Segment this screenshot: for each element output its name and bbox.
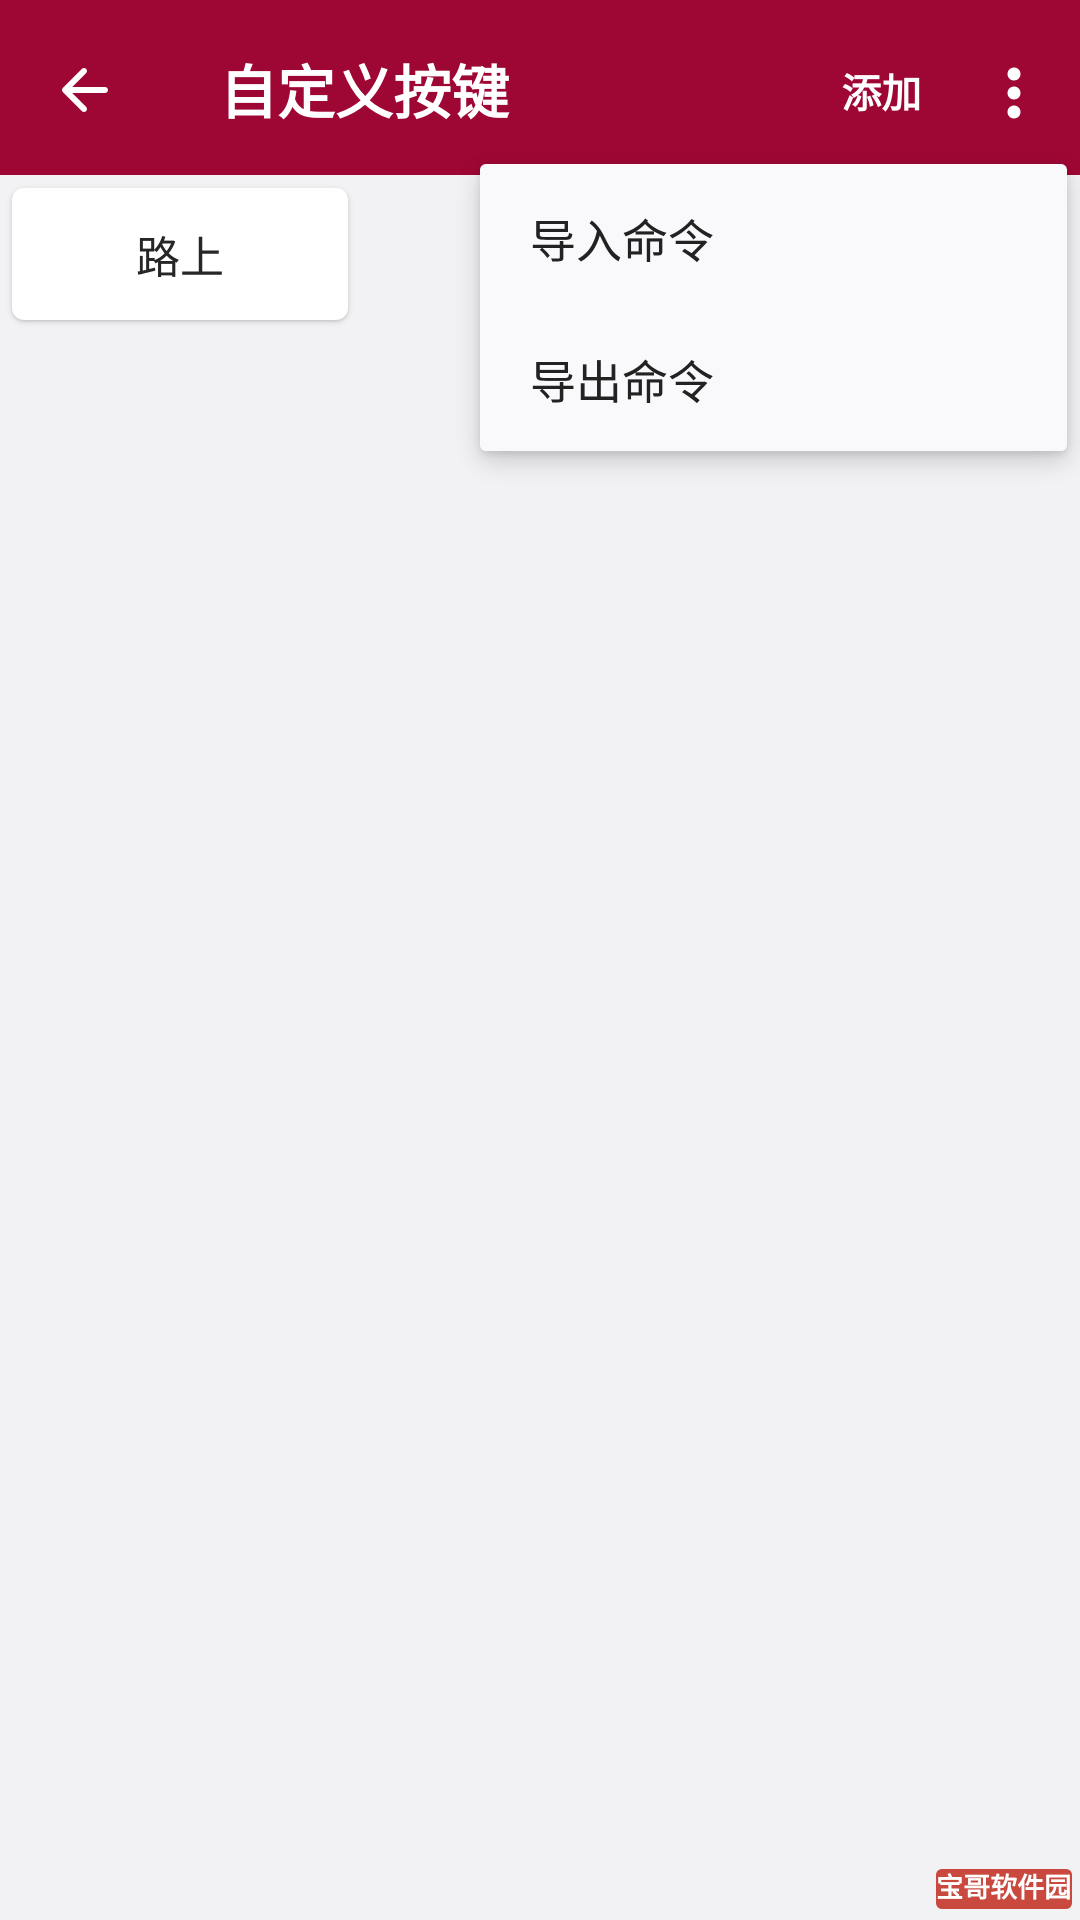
more-vertical-icon [1007, 67, 1021, 119]
arrow-left-icon [62, 68, 108, 112]
menu-item-export-commands[interactable]: 导出命令 [480, 310, 1067, 450]
overflow-popup-menu: 导入命令 导出命令 [480, 164, 1067, 451]
menu-item-label: 导出命令 [530, 356, 714, 410]
custom-key-label: 路上 [136, 233, 224, 284]
menu-item-label: 导入命令 [530, 215, 714, 269]
overflow-menu-button[interactable] [990, 55, 1038, 131]
custom-key-card[interactable]: 路上 [12, 188, 348, 320]
add-button[interactable]: 添加 [826, 58, 938, 130]
page-title: 自定义按键 [220, 59, 511, 127]
menu-item-import-commands[interactable]: 导入命令 [480, 169, 1067, 309]
watermark: 宝哥软件园 [936, 1869, 1072, 1909]
app-bar: 自定义按键 添加 [0, 0, 1080, 175]
back-button[interactable] [44, 50, 124, 130]
